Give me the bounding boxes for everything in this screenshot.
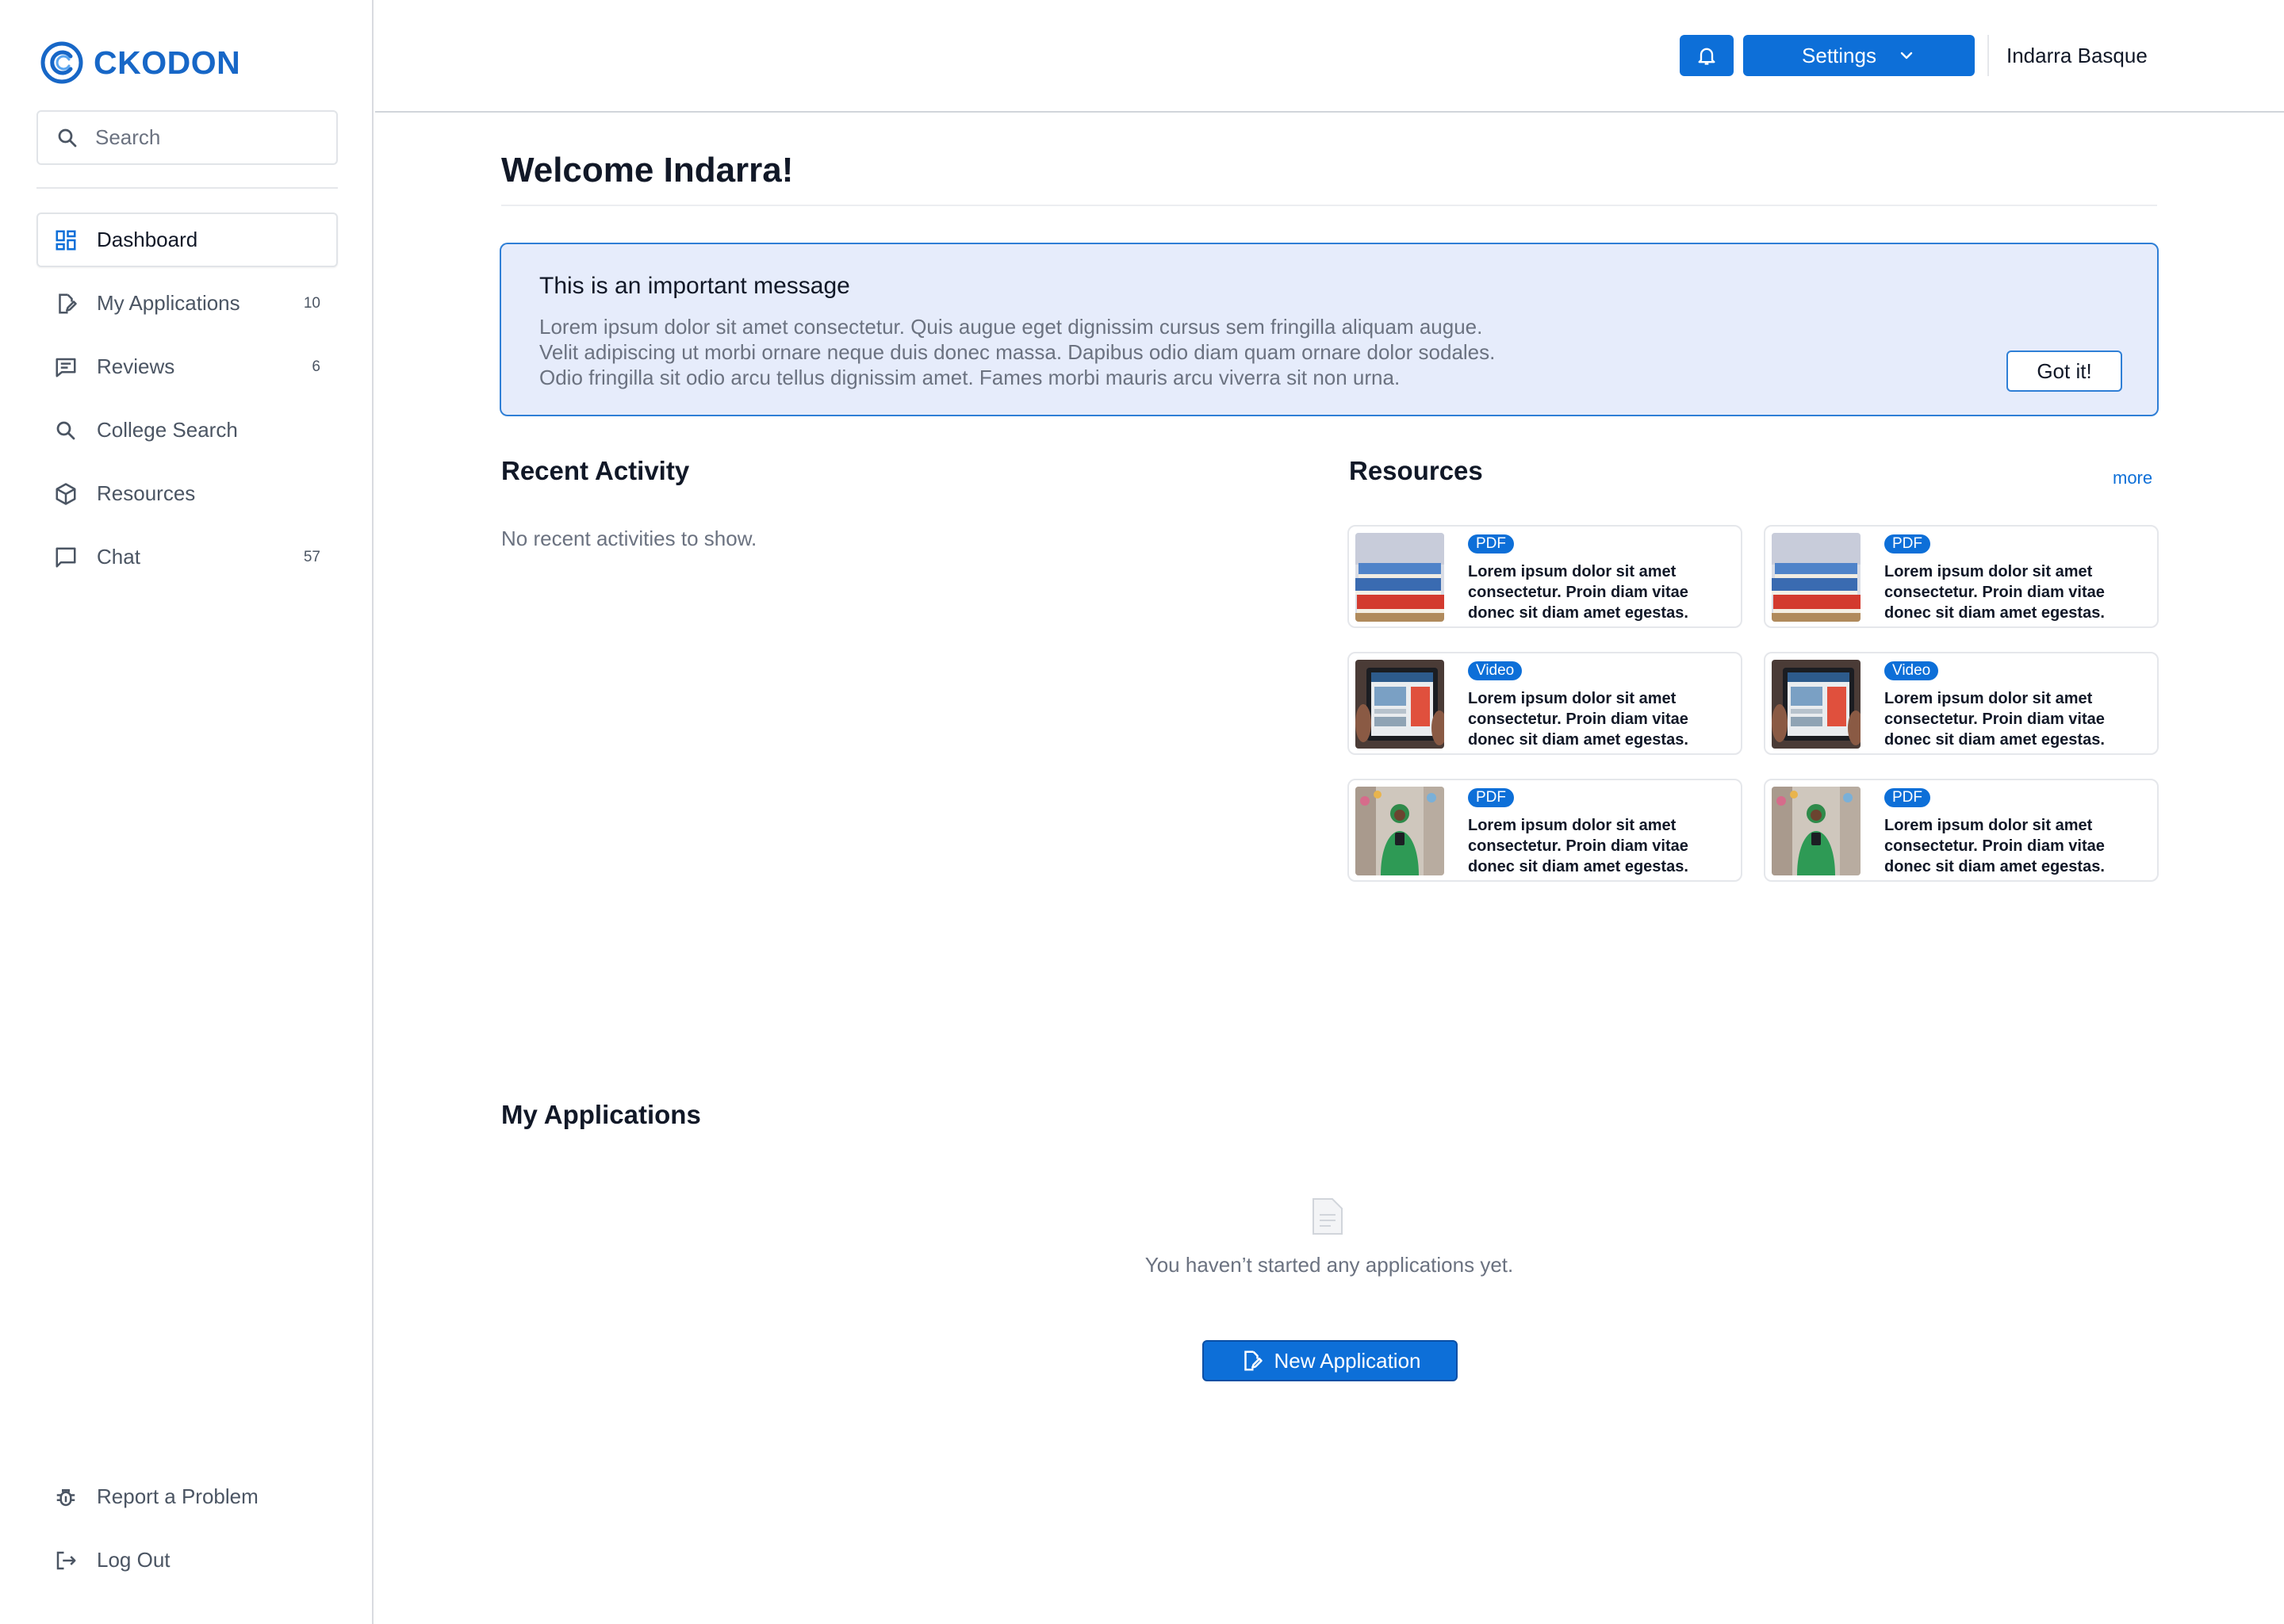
resource-card[interactable]: Video Lorem ipsum dolor sit amet consect… [1347, 652, 1742, 755]
resource-type-badge: PDF [1884, 534, 1930, 553]
resource-description: Lorem ipsum dolor sit amet consectetur. … [1468, 563, 1688, 622]
resource-card[interactable]: PDF Lorem ipsum dolor sit amet consectet… [1764, 779, 2159, 882]
resource-card[interactable]: PDF Lorem ipsum dolor sit amet consectet… [1764, 525, 2159, 628]
sidebar-item-resources[interactable]: Resources [36, 466, 338, 521]
resource-description: Lorem ipsum dolor sit amet consectetur. … [1468, 817, 1688, 875]
new-application-button[interactable]: New Application [1202, 1340, 1458, 1381]
logout-icon [56, 1551, 76, 1569]
notifications-button[interactable] [1680, 35, 1734, 76]
top-bar-divider [1987, 35, 1989, 76]
search-input[interactable] [95, 125, 317, 150]
sidebar-item-my-applications[interactable]: My Applications 10 [36, 276, 338, 331]
resource-thumbnail [1355, 660, 1444, 749]
chat-icon [56, 547, 76, 567]
sidebar-divider [36, 187, 338, 189]
sidebar-search[interactable] [36, 110, 338, 165]
resource-thumbnail [1772, 533, 1861, 622]
bell-icon [1698, 48, 1715, 65]
package-icon [56, 482, 76, 505]
person-image [1772, 787, 1861, 875]
alert-body: Lorem ipsum dolor sit amet consectetur. … [539, 314, 1729, 390]
sidebar-item-label: Reviews [97, 354, 175, 378]
resource-card[interactable]: PDF Lorem ipsum dolor sit amet consectet… [1347, 779, 1742, 882]
alert-line: Lorem ipsum dolor sit amet consectetur. … [539, 315, 1483, 339]
resource-type-badge: PDF [1468, 534, 1514, 553]
settings-dropdown-button[interactable]: Settings [1743, 35, 1975, 76]
person-image [1355, 787, 1444, 875]
sidebar-item-dashboard[interactable]: Dashboard [36, 213, 338, 267]
logout-link[interactable]: Log Out [36, 1533, 338, 1588]
edit-document-icon [59, 293, 77, 313]
resource-type-badge: Video [1468, 661, 1523, 680]
user-name[interactable]: Indarra Basque [2006, 44, 2148, 68]
report-problem-link[interactable]: Report a Problem [36, 1469, 338, 1524]
sidebar-item-count: 57 [303, 548, 320, 565]
alert-line: Velit adipiscing ut morbi ornare neque d… [539, 340, 1496, 364]
sidebar-item-reviews[interactable]: Reviews 6 [36, 339, 338, 394]
sidebar-item-count: 6 [312, 358, 320, 375]
resource-thumbnail [1355, 787, 1444, 875]
sidebar-bottom-nav: Report a Problem Log Out [36, 1469, 338, 1596]
search-icon [56, 421, 75, 439]
ckodon-logo-icon [40, 41, 83, 84]
sidebar-item-count: 10 [303, 294, 320, 312]
sidebar-item-chat[interactable]: Chat 57 [36, 530, 338, 584]
sidebar: CKODON Dashboard My Applicati [0, 0, 374, 1624]
applications-empty-message: You haven’t started any applications yet… [1144, 1253, 1514, 1277]
resource-type-badge: PDF [1884, 788, 1930, 807]
resource-card[interactable]: PDF Lorem ipsum dolor sit amet consectet… [1347, 525, 1742, 628]
recent-activity-empty: No recent activities to show. [501, 527, 757, 550]
search-icon [58, 128, 77, 147]
sidebar-item-label: Dashboard [97, 228, 198, 251]
sidebar-item-college-search[interactable]: College Search [36, 403, 338, 458]
resource-type-badge: Video [1884, 661, 1939, 680]
logout-label: Log Out [97, 1548, 171, 1572]
brand-logo[interactable]: CKODON [40, 40, 240, 86]
resource-thumbnail [1772, 660, 1861, 749]
my-applications-title: My Applications [501, 1100, 701, 1129]
resources-title: Resources [1349, 456, 1483, 485]
page-title: Welcome Indarra! [501, 151, 794, 190]
resources-more-link[interactable]: more [2113, 468, 2152, 488]
brand-name: CKODON [94, 44, 241, 81]
chevron-down-icon [1900, 52, 1913, 59]
resource-thumbnail [1772, 787, 1861, 875]
resource-description: Lorem ipsum dolor sit amet consectetur. … [1884, 817, 2105, 875]
resource-description: Lorem ipsum dolor sit amet consectetur. … [1884, 690, 2105, 749]
title-divider [501, 205, 2157, 206]
empty-document-icon [1313, 1198, 1343, 1235]
sidebar-item-label: Chat [97, 545, 140, 569]
recent-activity-title: Recent Activity [501, 456, 690, 485]
got-it-button[interactable]: Got it! [2006, 350, 2122, 392]
resource-card[interactable]: Video Lorem ipsum dolor sit amet consect… [1764, 652, 2159, 755]
important-message-alert: This is an important message Lorem ipsum… [500, 243, 2159, 416]
books-image [1772, 533, 1861, 622]
sidebar-item-label: Resources [97, 481, 196, 505]
alert-title: This is an important message [539, 273, 850, 299]
alert-line: Odio fringilla sit odio arcu tellus dign… [539, 366, 1401, 389]
report-problem-label: Report a Problem [97, 1484, 259, 1508]
bug-icon [56, 1488, 75, 1506]
new-application-label: New Application [1274, 1348, 1421, 1373]
top-bar: Settings Indarra Basque [375, 0, 2284, 113]
resource-type-badge: PDF [1468, 788, 1514, 807]
tablet-image [1772, 660, 1861, 749]
reviews-icon [56, 358, 76, 377]
resource-description: Lorem ipsum dolor sit amet consectetur. … [1468, 690, 1688, 749]
sidebar-item-label: College Search [97, 418, 238, 442]
books-image [1355, 533, 1444, 622]
resource-thumbnail [1355, 533, 1444, 622]
tablet-image [1355, 660, 1444, 749]
sidebar-item-label: My Applications [97, 291, 240, 315]
resource-description: Lorem ipsum dolor sit amet consectetur. … [1884, 563, 2105, 622]
edit-document-icon [1244, 1350, 1263, 1371]
settings-label: Settings [1802, 43, 1876, 67]
sidebar-nav: Dashboard My Applications 10 Reviews 6 C… [36, 213, 338, 593]
dashboard-icon [56, 230, 76, 250]
